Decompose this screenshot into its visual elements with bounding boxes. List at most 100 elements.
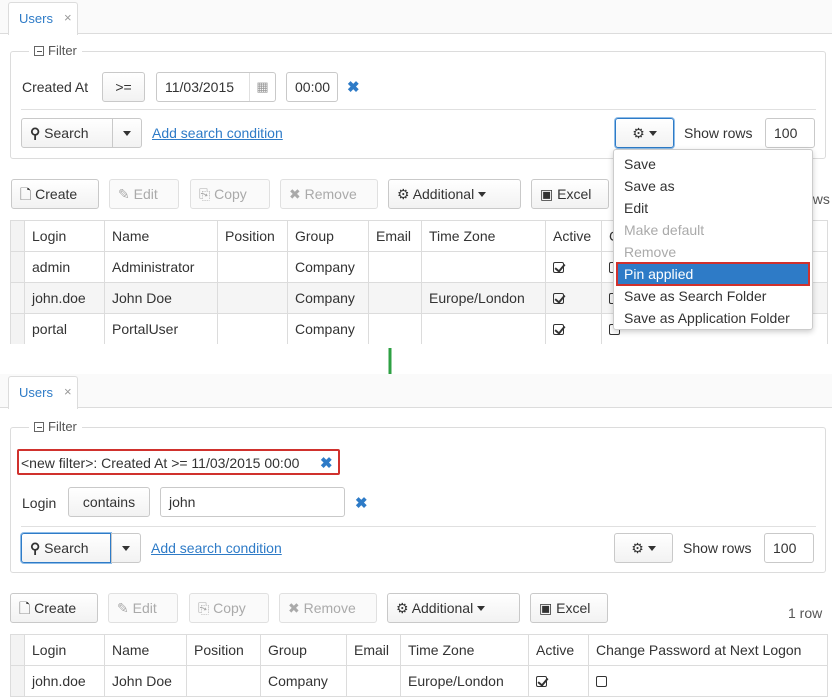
additional-button[interactable]: ⚙ Additional [388, 179, 521, 209]
checkbox-checked [553, 324, 564, 335]
excel-icon: ▣ [540, 186, 554, 202]
search-dropdown-button[interactable] [112, 118, 142, 148]
date-field[interactable]: 11/03/2015 ▦ [156, 72, 276, 102]
cell-timezone [421, 313, 546, 344]
col-header[interactable]: Name [104, 220, 218, 252]
document-icon: 🗋 [20, 186, 32, 202]
col-header[interactable]: Time Zone [400, 634, 529, 666]
cell-name: PortalUser [104, 313, 218, 344]
document-icon: 🗋 [19, 600, 31, 616]
menu-item-save-app-folder[interactable]: Save as Application Folder [614, 307, 812, 329]
remove-pinned-icon[interactable]: ✖ [320, 454, 333, 472]
col-header[interactable]: Name [104, 634, 187, 666]
filter-legend[interactable]: Filter [29, 43, 82, 58]
menu-item-save-as[interactable]: Save as [614, 175, 812, 197]
create-button[interactable]: 🗋 Create [10, 593, 98, 623]
remove-button[interactable]: ✖ Remove [280, 179, 378, 209]
col-header[interactable]: Email [368, 220, 422, 252]
tab-label: Users [19, 385, 53, 400]
settings-button[interactable]: ⚙ [615, 118, 674, 148]
row-header-corner [10, 634, 25, 666]
copy-button[interactable]: ⎘ Copy [190, 179, 270, 209]
gear-icon: ⚙ [397, 186, 410, 202]
copy-icon: ⎘ [198, 600, 210, 616]
excel-button[interactable]: ▣ Excel [530, 593, 608, 623]
search-button[interactable]: ⚲ Search [21, 533, 111, 563]
operator-button[interactable]: >= [102, 72, 145, 102]
excel-button[interactable]: ▣ Excel [531, 179, 609, 209]
pencil-icon: ✎ [117, 600, 129, 616]
remove-icon: ✖ [288, 600, 300, 616]
col-header[interactable]: Login [24, 220, 105, 252]
cell-login: john.doe [24, 282, 105, 314]
cell-group: Company [260, 665, 347, 697]
menu-item-save[interactable]: Save [614, 153, 812, 175]
rows-count: 1 row [788, 605, 823, 621]
filter-legend[interactable]: Filter [29, 419, 82, 434]
col-header[interactable]: Active [528, 634, 589, 666]
bottom-screenshot: Users × Filter <new filter>: Created At … [0, 374, 832, 699]
col-header[interactable]: Group [287, 220, 369, 252]
chevron-down-icon [122, 546, 130, 551]
show-rows-field[interactable]: 100 [764, 533, 814, 563]
login-value-field[interactable]: john [160, 487, 345, 517]
checkbox-checked [553, 262, 564, 273]
col-header[interactable]: Active [545, 220, 602, 252]
copy-button[interactable]: ⎘ Copy [189, 593, 269, 623]
edit-button[interactable]: ✎ Edit [109, 179, 179, 209]
calendar-icon[interactable]: ▦ [249, 73, 275, 101]
table-header-row: Login Name Position Group Email Time Zon… [10, 634, 828, 666]
checkbox-checked [553, 293, 564, 304]
menu-item-remove: Remove [624, 244, 677, 260]
cell-timezone: Europe/London [421, 282, 546, 314]
row-marker [10, 313, 25, 344]
tab-label: Users [19, 11, 53, 26]
close-icon[interactable]: × [64, 384, 72, 399]
operator-button[interactable]: contains [68, 487, 150, 517]
col-header[interactable]: Login [24, 634, 105, 666]
row-marker [10, 251, 25, 283]
row-marker [10, 665, 25, 697]
add-condition-link[interactable]: Add search condition [152, 125, 283, 141]
col-header[interactable]: Position [186, 634, 261, 666]
condition-label: Created At [22, 79, 89, 95]
additional-button[interactable]: ⚙ Additional [387, 593, 520, 623]
col-header[interactable]: Group [260, 634, 347, 666]
chevron-down-icon [647, 546, 656, 551]
chevron-down-icon [123, 131, 131, 136]
cell-email [368, 313, 422, 344]
table-row[interactable]: john.doe John Doe Company Europe/London [10, 665, 828, 697]
show-rows-field[interactable]: 100 [765, 118, 815, 148]
cell-login: john.doe [24, 665, 105, 697]
cell-name: John Doe [104, 282, 218, 314]
cell-name: Administrator [104, 251, 218, 283]
search-dropdown-button[interactable] [111, 533, 141, 563]
remove-condition-icon[interactable]: ✖ [355, 494, 368, 512]
pinned-filter-box: <new filter>: Created At >= 11/03/2015 0… [17, 449, 340, 475]
cell-active [545, 251, 602, 283]
add-condition-link[interactable]: Add search condition [151, 540, 282, 556]
menu-item-edit[interactable]: Edit [614, 197, 812, 219]
menu-item-pin-applied[interactable]: Pin applied [616, 262, 810, 286]
gear-icon: ⚙ [396, 600, 409, 616]
cell-name: John Doe [104, 665, 187, 697]
search-icon: ⚲ [30, 540, 41, 556]
settings-button[interactable]: ⚙ [614, 533, 673, 563]
close-icon[interactable]: × [64, 10, 72, 25]
users-table: Login Name Position Group Email Time Zon… [10, 634, 828, 697]
remove-button[interactable]: ✖ Remove [279, 593, 377, 623]
search-button[interactable]: ⚲ Search [21, 118, 113, 148]
col-header[interactable]: Email [346, 634, 401, 666]
col-header[interactable]: Time Zone [421, 220, 546, 252]
edit-button[interactable]: ✎ Edit [108, 593, 178, 623]
cell-email [346, 665, 401, 697]
tab-users[interactable]: Users × [8, 376, 78, 409]
create-button[interactable]: 🗋 Create [11, 179, 99, 209]
col-header[interactable]: Position [217, 220, 288, 252]
show-rows-label: Show rows [683, 540, 752, 556]
tab-users[interactable]: Users × [8, 2, 78, 35]
remove-condition-icon[interactable]: ✖ [347, 78, 360, 96]
col-header[interactable]: Change Password at Next Logon [588, 634, 828, 666]
time-field[interactable]: 00:00 [286, 72, 338, 102]
menu-item-save-search-folder[interactable]: Save as Search Folder [614, 285, 812, 307]
